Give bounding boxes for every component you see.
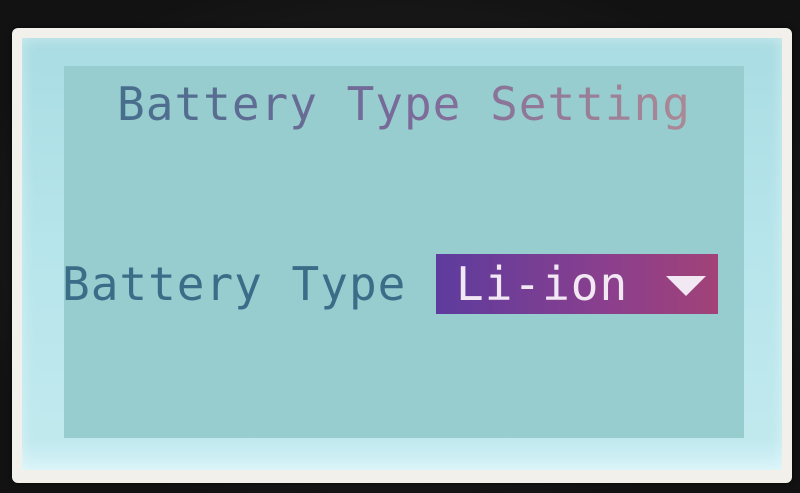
battery-type-dropdown[interactable]: Li-ion bbox=[436, 254, 718, 314]
device-housing: Battery Type Setting Battery Type Li-ion bbox=[0, 0, 800, 493]
battery-type-setting-row: Battery Type bbox=[62, 254, 406, 314]
battery-type-value: Li-ion bbox=[456, 257, 629, 311]
page-title: Battery Type Setting bbox=[64, 78, 744, 130]
battery-type-label: Battery Type bbox=[62, 257, 407, 311]
chevron-down-icon bbox=[666, 276, 706, 296]
